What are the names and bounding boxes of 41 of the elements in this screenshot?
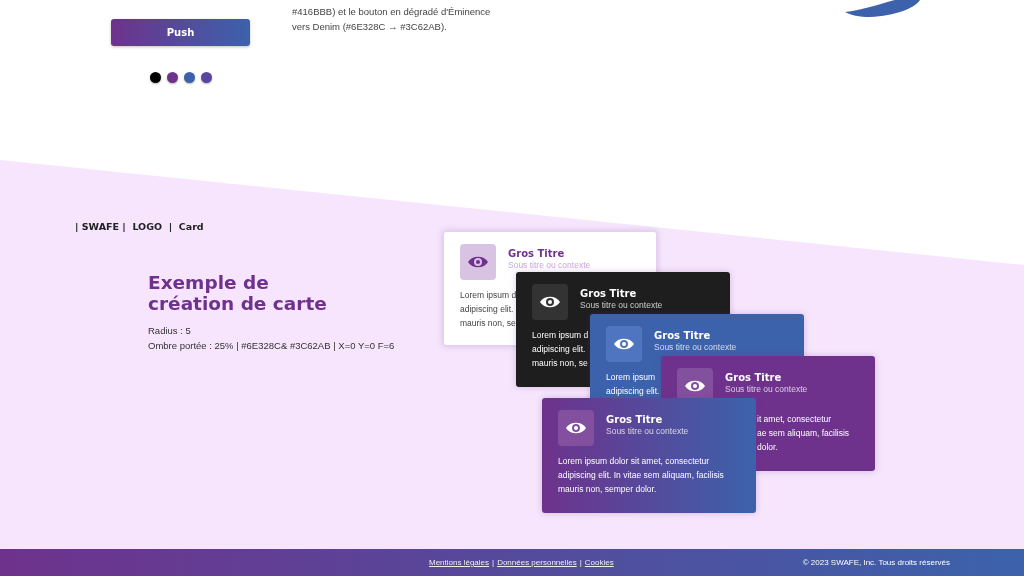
footer-link[interactable]: Cookies	[584, 558, 614, 567]
eye-icon	[532, 284, 568, 320]
card-title: Gros Titre	[580, 288, 638, 299]
card-text: adipiscing elit. In vitae sem aliquam, facilisis	[558, 469, 724, 482]
eye-icon	[460, 244, 496, 280]
separator: |	[579, 558, 582, 567]
paragraph-line: vers Denim (#6E328C → #3C62AB).	[292, 20, 448, 34]
card-title: Gros Titre	[606, 414, 664, 425]
card-title: Gros Titre	[654, 330, 712, 341]
copyright-text: © 2023 SWAFE, Inc. Tous droits réservés	[802, 558, 950, 567]
card-title: Gros Titre	[508, 248, 566, 259]
card-subtitle: Sous titre ou contexte	[606, 426, 689, 436]
card-text: ae sem aliquam, facilisis	[757, 427, 850, 440]
breadcrumb: | SWAFE | LOGO | Card	[75, 221, 204, 232]
card-subtitle: Sous titre ou contexte	[508, 260, 591, 270]
card-text: it amet, consectetur	[757, 413, 832, 426]
card-text: mauris non, semper dolor.	[558, 483, 657, 496]
section-heading: Exemple de création de carte	[148, 272, 327, 314]
push-button[interactable]: Push	[111, 19, 250, 46]
card-text: adipiscing elit.	[532, 343, 586, 356]
card-text: adipiscing elit.	[606, 385, 660, 398]
card-text: Lorem ipsum d	[532, 329, 589, 342]
separator: |	[492, 558, 495, 567]
card-text: Lorem ipsum dolor sit amet, consectetur	[558, 455, 710, 468]
card-text: Lorem ipsum	[606, 371, 656, 384]
eye-icon	[606, 326, 642, 362]
card-text: mauris non, se	[460, 317, 516, 330]
spec-text: Radius : 5	[148, 324, 192, 338]
card-subtitle: Sous titre ou contexte	[580, 300, 663, 310]
footer-link[interactable]: Données personnelles	[497, 558, 577, 567]
card-subtitle: Sous titre ou contexte	[654, 342, 737, 352]
footer-link[interactable]: Mentions légales	[429, 558, 490, 567]
paragraph-line: #416BBB) et le bouton en dégradé d'Éminence	[292, 5, 491, 19]
card-text: dolor.	[757, 441, 778, 454]
card-text: mauris non, se	[532, 357, 588, 370]
eye-icon	[558, 410, 594, 446]
spec-text: Ombre portée : 25% | #6E328C& #3C62AB | X=0 Y=0 F=6	[148, 339, 396, 353]
card-subtitle: Sous titre ou contexte	[725, 384, 808, 394]
card-title: Gros Titre	[725, 372, 783, 383]
card-text: Lorem ipsum d	[460, 289, 517, 302]
card-text: adipiscing elit.	[460, 303, 514, 316]
